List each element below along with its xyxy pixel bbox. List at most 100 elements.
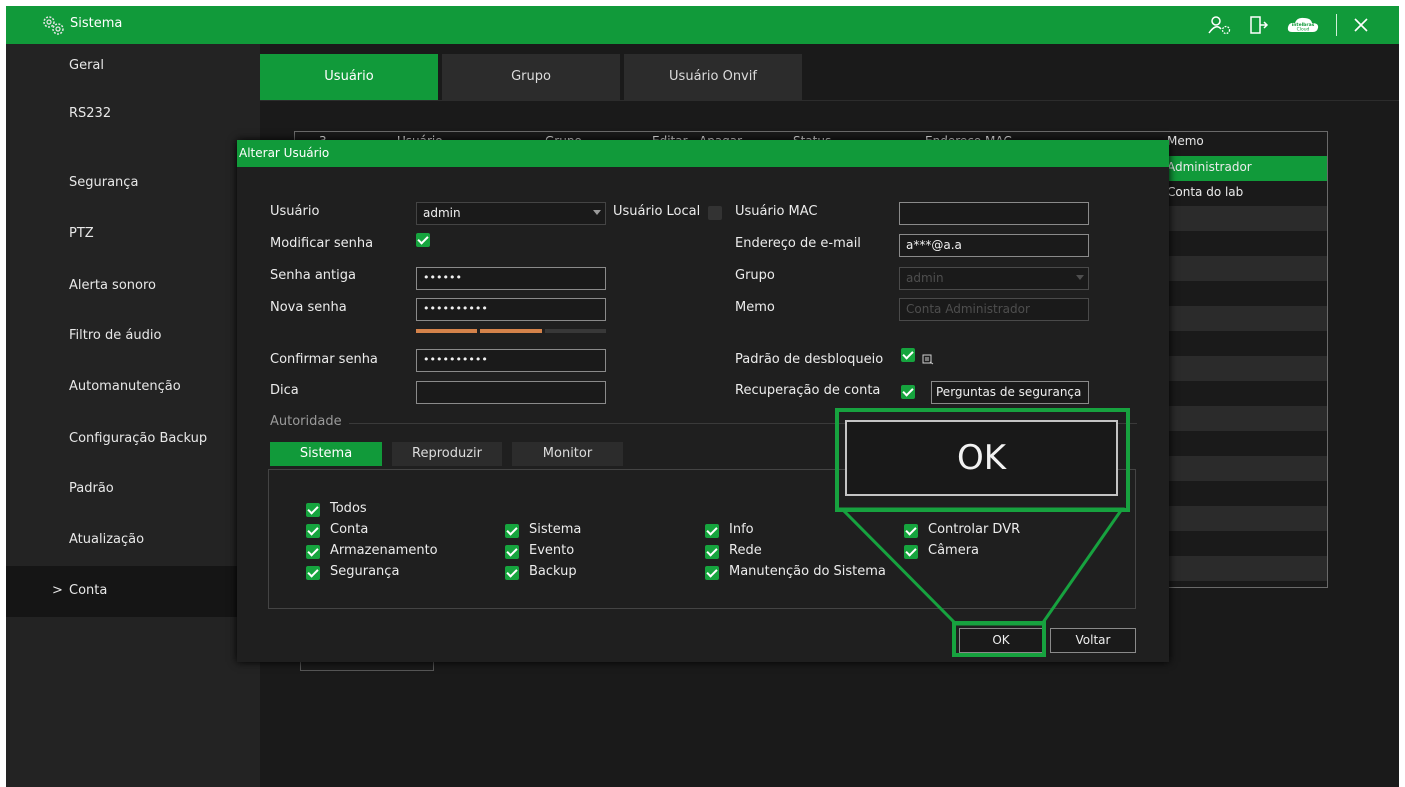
chevron-down-icon: [1076, 275, 1084, 280]
sidebar-item-label: Filtro de áudio: [69, 328, 162, 343]
tab-reproduzir[interactable]: Reproduzir: [392, 442, 502, 466]
perm-todos-checkbox[interactable]: [306, 503, 320, 517]
perm-label: Evento: [529, 543, 575, 558]
chevron-down-icon: [593, 210, 601, 215]
perm-seguranca-checkbox[interactable]: [306, 566, 320, 580]
modificar-senha-checkbox[interactable]: [416, 233, 430, 247]
senha-antiga-label: Senha antiga: [270, 268, 356, 283]
senha-antiga-field[interactable]: ••••••: [416, 267, 606, 290]
sidebar-item-filtro-audio[interactable]: Filtro de áudio: [6, 299, 260, 350]
tab-sistema[interactable]: Sistema: [270, 442, 382, 466]
perm-label: Backup: [529, 564, 577, 579]
sidebar-item-label: Atualização: [69, 532, 145, 547]
sidebar-item-ptz[interactable]: PTZ: [6, 197, 260, 248]
perm-sistema-checkbox[interactable]: [505, 524, 519, 538]
confirmar-senha-label: Confirmar senha: [270, 352, 378, 367]
title-bar: Sistema intelbras Cloud: [6, 6, 1399, 44]
recuperacao-checkbox[interactable]: [901, 385, 915, 399]
email-label: Endereço de e-mail: [735, 236, 861, 251]
grupo-select-value: admin: [906, 271, 944, 285]
perm-rede-checkbox[interactable]: [705, 545, 719, 559]
sidebar-item-padrao[interactable]: Padrão: [6, 452, 260, 503]
autoridade-label: Autoridade: [270, 414, 342, 429]
perm-controlar-dvr-checkbox[interactable]: [904, 524, 918, 538]
add-user-button[interactable]: [300, 661, 434, 671]
padrao-desbloqueio-checkbox[interactable]: [901, 348, 915, 362]
perm-backup-checkbox[interactable]: [505, 566, 519, 580]
row-memo: Conta do lab: [1167, 185, 1244, 199]
perm-label: Conta: [330, 522, 369, 537]
sidebar-item-label: Configuração Backup: [69, 431, 208, 446]
logout-icon[interactable]: [1249, 15, 1269, 35]
row-memo: Administrador: [1167, 160, 1252, 174]
ok-button-highlight: [952, 621, 1046, 657]
modificar-senha-label: Modificar senha: [270, 236, 374, 251]
tab-monitor[interactable]: Monitor: [512, 442, 623, 466]
perm-label: Rede: [729, 543, 762, 558]
recuperacao-select[interactable]: Perguntas de segurança: [931, 381, 1089, 404]
memo-label: Memo: [735, 300, 775, 315]
window-title: Sistema: [70, 16, 123, 31]
sidebar-item-rs232[interactable]: RS232: [6, 95, 260, 146]
tab-underline: [260, 100, 1399, 101]
pattern-edit-icon[interactable]: [922, 353, 934, 365]
sidebar-item-alerta-sonoro[interactable]: Alerta sonoro: [6, 248, 260, 299]
tab-grupo[interactable]: Grupo: [442, 54, 620, 100]
password-strength-bar-2: [480, 329, 542, 333]
sidebar-item-seguranca[interactable]: Segurança: [6, 146, 260, 197]
cloud-icon[interactable]: intelbras Cloud: [1286, 15, 1320, 35]
topbar-divider: [1336, 14, 1337, 36]
sidebar-item-label: Padrão: [69, 481, 114, 496]
dica-field[interactable]: [416, 381, 606, 404]
usuario-mac-label: Usuário MAC: [735, 204, 818, 219]
perm-label: Sistema: [529, 522, 582, 537]
tab-usuario[interactable]: Usuário: [260, 54, 438, 100]
usuario-local-checkbox[interactable]: [708, 206, 722, 220]
close-icon[interactable]: [1352, 15, 1370, 35]
cloud-label-text: Cloud: [1297, 27, 1310, 33]
usuario-mac-field[interactable]: [899, 202, 1089, 225]
dialog-title: Alterar Usuário: [237, 140, 1169, 167]
zoom-callout-ok: OK: [845, 420, 1118, 496]
perm-conta-checkbox[interactable]: [306, 524, 320, 538]
perm-info-checkbox[interactable]: [705, 524, 719, 538]
sidebar-item-label: PTZ: [69, 226, 94, 241]
perm-manutencao-checkbox[interactable]: [705, 566, 719, 580]
usuario-label: Usuário: [270, 204, 320, 219]
password-strength-bar-3: [545, 329, 606, 333]
usuario-select[interactable]: admin: [416, 202, 606, 225]
alterar-usuario-dialog: Alterar Usuário Usuário admin Usuário Lo…: [237, 140, 1169, 662]
sidebar-item-label: Alerta sonoro: [69, 278, 156, 293]
sidebar-item-label: Conta: [69, 583, 108, 598]
usuario-select-value: admin: [423, 206, 461, 220]
perm-label: Todos: [330, 501, 367, 516]
dvr-screen: Sistema intelbras Cloud Geral RS232 Segu…: [6, 6, 1399, 787]
chevron-right-icon: >: [52, 583, 63, 598]
memo-field[interactable]: Conta Administrador: [899, 298, 1089, 321]
tab-usuario-onvif[interactable]: Usuário Onvif: [624, 54, 802, 100]
usuario-local-label: Usuário Local: [613, 204, 701, 219]
sidebar-item-label: Automanutenção: [69, 379, 181, 394]
perm-label: Segurança: [330, 564, 400, 579]
user-settings-icon[interactable]: [1207, 15, 1233, 35]
sidebar-item-label: RS232: [69, 106, 112, 121]
sidebar: Geral RS232 Segurança PTZ Alerta sonoro …: [6, 44, 260, 787]
perm-armazenamento-checkbox[interactable]: [306, 545, 320, 559]
sidebar-item-automanutencao[interactable]: Automanutenção: [6, 350, 260, 401]
voltar-button[interactable]: Voltar: [1050, 628, 1136, 653]
grupo-label: Grupo: [735, 268, 775, 283]
sidebar-item-configuracao-backup[interactable]: Configuração Backup: [6, 401, 260, 452]
password-strength-bar-1: [416, 329, 477, 333]
perm-evento-checkbox[interactable]: [505, 545, 519, 559]
perm-label: Info: [729, 522, 754, 537]
nova-senha-field[interactable]: ••••••••••: [416, 298, 606, 321]
padrao-desbloqueio-label: Padrão de desbloqueio: [735, 352, 884, 367]
email-field[interactable]: a***@a.a: [899, 234, 1089, 257]
confirmar-senha-field[interactable]: ••••••••••: [416, 349, 606, 372]
settings-gears-icon: [43, 16, 64, 35]
perm-camera-checkbox[interactable]: [904, 545, 918, 559]
sidebar-item-geral[interactable]: Geral: [6, 44, 260, 95]
sidebar-item-conta[interactable]: > Conta: [6, 566, 260, 617]
recuperacao-label: Recuperação de conta: [735, 383, 881, 398]
sidebar-item-atualizacao[interactable]: Atualização: [6, 503, 260, 554]
